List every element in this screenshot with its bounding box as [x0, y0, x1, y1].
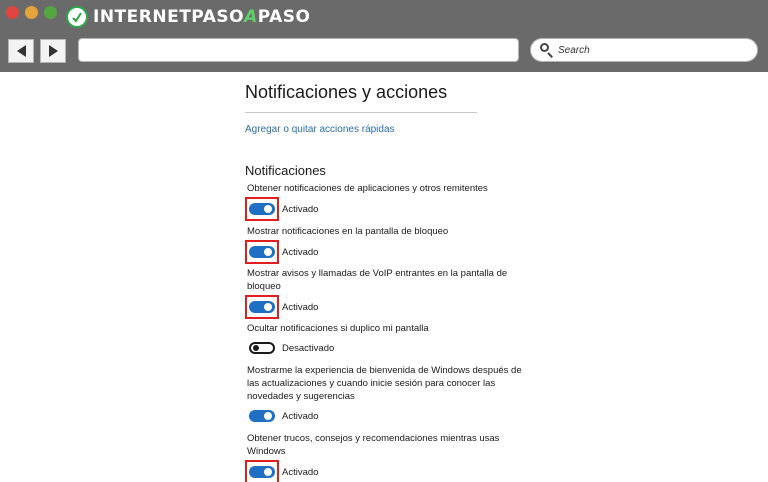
toggle-state-label: Activado	[282, 301, 319, 313]
site-logo: INTERNETPASOAPASO	[66, 5, 311, 29]
toggle-switch[interactable]	[249, 466, 275, 478]
toggle-switch[interactable]	[249, 246, 275, 258]
logo-text-part1: INTERNET	[93, 7, 192, 27]
setting-label: Mostrarme la experiencia de bienvenida d…	[247, 365, 522, 402]
toggle-state-label: Activado	[282, 246, 319, 258]
setting-label: Mostrar notificaciones en la pantalla de…	[247, 226, 449, 237]
highlight-box	[245, 460, 279, 482]
toggle-state-label: Activado	[282, 410, 319, 422]
search-icon	[540, 43, 554, 58]
toggle-switch[interactable]	[249, 410, 275, 422]
setting-tips-and-tricks: Obtener trucos, consejos y recomendacion…	[245, 432, 522, 482]
toggle-switch[interactable]	[249, 301, 275, 313]
forward-arrow-icon	[48, 45, 58, 57]
section-title: Notificaciones	[245, 163, 326, 178]
setting-app-notifications: Obtener notificaciones de aplicaciones y…	[245, 182, 522, 221]
highlight-box	[245, 197, 279, 221]
page-title: Notificaciones y acciones	[245, 82, 448, 102]
minimize-window-button[interactable]	[25, 6, 38, 19]
quick-actions-link[interactable]: Agregar o quitar acciones rápidas	[245, 124, 395, 135]
logo-text-part2: PASO	[191, 7, 245, 27]
logo-text-part3: A	[244, 7, 258, 27]
maximize-window-button[interactable]	[44, 6, 57, 19]
setting-label: Obtener notificaciones de aplicaciones y…	[247, 183, 488, 194]
logo-text-part4: PASO	[257, 7, 311, 27]
address-bar[interactable]	[78, 38, 519, 62]
setting-label: Ocultar notificaciones si duplico mi pan…	[247, 323, 429, 334]
logo-text: INTERNETPASOAPASO	[93, 7, 311, 27]
highlight-box	[245, 295, 279, 319]
forward-button[interactable]	[40, 39, 66, 63]
setting-lock-screen-notifications: Mostrar notificaciones en la pantalla de…	[245, 225, 522, 264]
back-button[interactable]	[8, 39, 34, 63]
logo-badge-icon	[66, 6, 88, 28]
title-bar: INTERNETPASOAPASO	[0, 0, 768, 34]
browser-chrome: INTERNETPASOAPASO Search	[0, 0, 768, 72]
setting-label: Mostrar avisos y llamadas de VoIP entran…	[247, 268, 508, 292]
toggle-switch[interactable]	[249, 342, 275, 354]
notifications-settings-panel: Notificaciones y acciones Agregar o quit…	[245, 78, 535, 178]
search-input[interactable]: Search	[530, 38, 758, 62]
setting-label: Obtener trucos, consejos y recomendacion…	[247, 433, 500, 457]
toggle-state-label: Desactivado	[282, 342, 335, 354]
search-placeholder: Search	[558, 44, 590, 56]
setting-welcome-experience: Mostrarme la experiencia de bienvenida d…	[247, 364, 522, 425]
toggle-state-label: Activado	[282, 466, 319, 478]
back-arrow-icon	[16, 45, 26, 57]
toggle-state-label: Activado	[282, 203, 319, 215]
setting-voip-lock-screen: Mostrar avisos y llamadas de VoIP entran…	[245, 267, 522, 319]
close-window-button[interactable]	[6, 6, 19, 19]
setting-hide-when-duplicating: Ocultar notificaciones si duplico mi pan…	[247, 322, 522, 357]
highlight-box	[245, 240, 279, 264]
title-divider	[245, 112, 477, 113]
toggle-switch[interactable]	[249, 203, 275, 215]
